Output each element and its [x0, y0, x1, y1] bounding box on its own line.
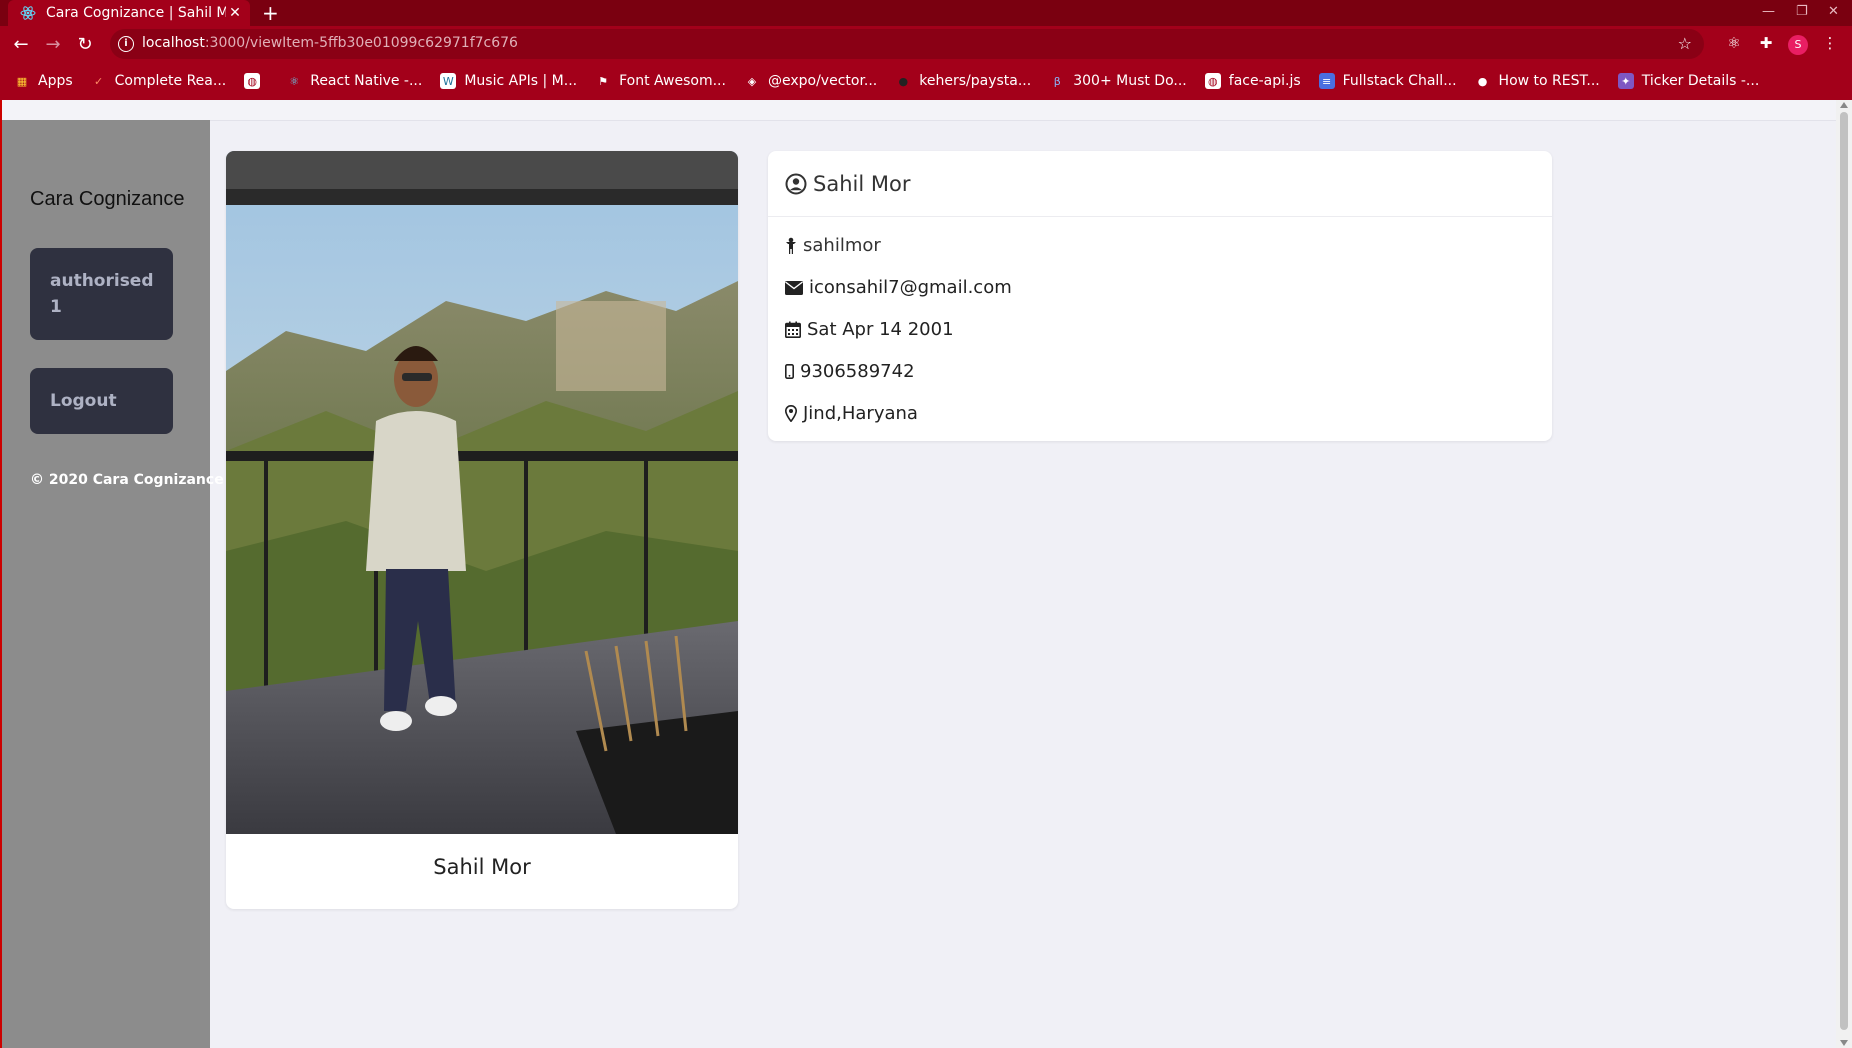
username-row: sahilmor — [785, 235, 881, 256]
globe-icon: ◍ — [244, 73, 261, 89]
bookmark-item[interactable]: ◍ — [244, 73, 268, 89]
page-content: Cara Cognizance authorised 1 Logout © 20… — [0, 100, 1836, 1048]
profile-card: Sahil Mor — [226, 151, 738, 909]
logout-button[interactable]: Logout — [30, 368, 173, 434]
new-tab-icon[interactable]: + — [262, 0, 279, 26]
email-row: iconsahil7@gmail.com — [785, 277, 1012, 298]
username-text: sahilmor — [803, 235, 881, 256]
browser-tab[interactable]: Cara Cognizance | Sahil M ✕ — [8, 0, 250, 26]
bookmark-item[interactable]: ⚑ Font Awesom... — [595, 73, 726, 89]
page-top-strip — [0, 100, 1836, 121]
details-header: Sahil Mor — [768, 151, 1552, 217]
location-text: Jind,Haryana — [803, 403, 918, 424]
profile-photo — [226, 151, 738, 834]
profile-avatar[interactable]: S — [1788, 35, 1808, 55]
react-devtools-extension-icon[interactable]: ⚛ — [1724, 33, 1744, 53]
bookmarks-bar: ▦ Apps ✓ Complete Rea... ◍ ⚛ React Native -...… — [0, 62, 1852, 100]
details-card: Sahil Mor sahilmor iconsahil7@gmail.com … — [768, 151, 1552, 441]
tab-close-icon[interactable]: ✕ — [226, 5, 244, 21]
window-close-icon[interactable]: ✕ — [1828, 4, 1839, 19]
profile-card-name: Sahil Mor — [433, 855, 531, 879]
extensions-puzzle-icon[interactable]: ✚ — [1756, 33, 1776, 53]
bookmark-item[interactable]: β 300+ Must Do... — [1049, 73, 1187, 89]
url-text[interactable]: localhost:3000/viewItem-5ffb30e01099c629… — [142, 35, 518, 51]
bookmark-item[interactable]: ✓ Complete Rea... — [91, 73, 227, 89]
tab-title: Cara Cognizance | Sahil M — [46, 5, 226, 21]
bookmark-item[interactable]: W Music APIs | M... — [440, 73, 577, 89]
flag-icon: ⚑ — [598, 74, 609, 88]
bookmark-item[interactable]: ◈ @expo/vector... — [744, 73, 878, 89]
bulb-icon: ✦ — [1617, 73, 1634, 89]
phone-text: 9306589742 — [800, 361, 915, 382]
url-path: :3000/viewItem-5ffb30e01099c62971f7c676 — [204, 35, 518, 51]
apps-grid-icon: ▦ — [16, 74, 28, 88]
bookmark-item[interactable]: ≡ Fullstack Chall... — [1318, 73, 1457, 89]
restore-icon[interactable]: ❐ — [1796, 4, 1808, 19]
beta-icon: β — [1053, 74, 1061, 88]
bookmark-label: kehers/paysta... — [919, 73, 1032, 89]
copyright-text: © 2020 Cara Cognizance — [30, 472, 224, 488]
dob-row: Sat Apr 14 2001 — [785, 319, 954, 340]
scroll-up-icon[interactable] — [1840, 102, 1848, 108]
bookmark-icon: ✓ — [94, 74, 104, 88]
bookmark-label: Fullstack Chall... — [1342, 73, 1457, 89]
bookmark-label: Complete Rea... — [114, 73, 227, 89]
child-icon — [786, 237, 796, 254]
doc-icon: ≡ — [1318, 73, 1335, 89]
bookmark-label: React Native -... — [310, 73, 423, 89]
back-icon[interactable]: ← — [10, 33, 32, 55]
bookmark-item[interactable]: ✦ Ticker Details -... — [1617, 73, 1760, 89]
user-circle-icon — [785, 173, 807, 194]
bookmark-label: Apps — [38, 73, 73, 89]
authorised-button[interactable]: authorised 1 — [30, 248, 173, 340]
bookmark-item[interactable]: ⚛ React Native -... — [286, 73, 422, 89]
mobile-phone-icon — [785, 364, 794, 379]
wordpress-icon: W — [440, 73, 457, 89]
bookmark-star-icon[interactable]: ☆ — [1678, 34, 1692, 53]
sidebar: Cara Cognizance authorised 1 Logout © 20… — [2, 120, 224, 1048]
bookmark-item[interactable]: ▦ Apps — [14, 73, 73, 89]
browser-toolbar: ← → ↻ i localhost:3000/viewItem-5ffb30e0… — [0, 26, 1852, 62]
email-text: iconsahil7@gmail.com — [809, 277, 1012, 298]
calendar-icon — [785, 321, 801, 338]
phone-row: 9306589742 — [785, 361, 915, 382]
bookmark-item[interactable]: ● How to REST... — [1475, 73, 1600, 89]
location-row: Jind,Haryana — [785, 403, 918, 424]
bookmark-label: Music APIs | M... — [464, 73, 578, 89]
medium-icon: ● — [1477, 74, 1488, 88]
globe-icon: ◍ — [1204, 73, 1221, 89]
scroll-down-icon[interactable] — [1840, 1040, 1848, 1046]
bookmark-item[interactable]: ● kehers/paysta... — [895, 73, 1031, 89]
github-icon: ● — [898, 74, 909, 88]
react-icon: ⚛ — [289, 74, 300, 88]
bookmark-item[interactable]: ◍ face-api.js — [1204, 73, 1301, 89]
envelope-icon — [785, 280, 803, 295]
bookmark-label: Ticker Details -... — [1641, 73, 1760, 89]
address-bar[interactable]: i localhost:3000/viewItem-5ffb30e01099c6… — [110, 29, 1704, 59]
forward-icon[interactable]: → — [42, 33, 64, 55]
expo-icon: ◈ — [747, 74, 757, 88]
bookmark-label: Font Awesom... — [619, 73, 726, 89]
bookmark-label: 300+ Must Do... — [1073, 73, 1187, 89]
reload-icon[interactable]: ↻ — [74, 33, 96, 55]
bookmark-label: face-api.js — [1228, 73, 1301, 89]
sidebar-brand[interactable]: Cara Cognizance — [30, 188, 185, 211]
scrollbar-thumb[interactable] — [1840, 112, 1848, 1030]
bookmark-label: @expo/vector... — [767, 73, 878, 89]
minimize-icon[interactable]: — — [1762, 4, 1775, 19]
site-info-icon[interactable]: i — [118, 36, 134, 52]
tab-strip: Cara Cognizance | Sahil M ✕ + — ❐ ✕ — [0, 0, 1852, 26]
dob-text: Sat Apr 14 2001 — [807, 319, 954, 340]
page-scrollbar[interactable] — [1836, 100, 1852, 1048]
details-name: Sahil Mor — [813, 171, 911, 196]
react-favicon-icon — [20, 5, 36, 21]
map-marker-icon — [785, 405, 797, 422]
bookmark-label: How to REST... — [1498, 73, 1600, 89]
url-host: localhost — [142, 35, 205, 51]
browser-menu-icon[interactable]: ⋮ — [1820, 33, 1840, 53]
